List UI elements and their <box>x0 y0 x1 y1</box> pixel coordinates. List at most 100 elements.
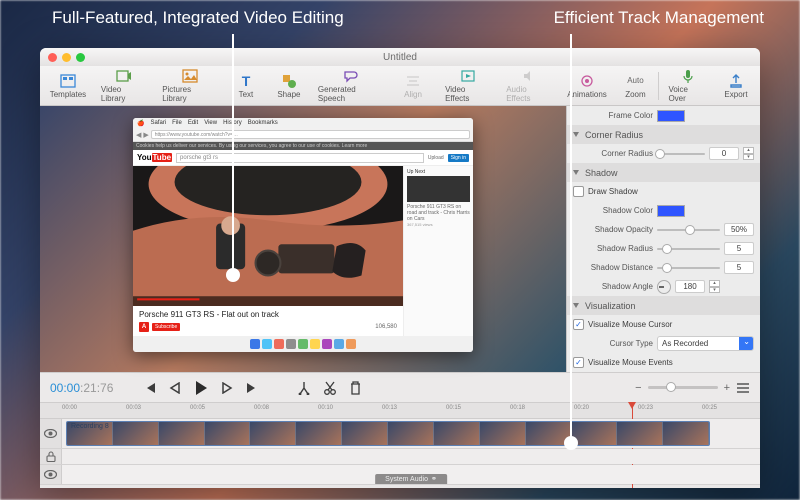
minimize-icon[interactable] <box>62 53 71 62</box>
track-lock-icon[interactable] <box>40 449 62 464</box>
shadow-angle-value[interactable]: 180 <box>675 280 705 293</box>
signin-button: Sign in <box>448 154 469 162</box>
section-shadow[interactable]: Shadow <box>567 163 760 182</box>
audio-track-label: System Audio⚭ <box>375 474 447 484</box>
lock-track <box>40 449 760 465</box>
go-to-end-button[interactable] <box>245 381 259 395</box>
transport-bar: 00:00:21:76 − + <box>40 372 760 402</box>
timecode: 00:00:21:76 <box>50 381 113 395</box>
shadow-distance-label: Shadow Distance <box>573 263 653 272</box>
cursor-type-select[interactable]: As Recorded <box>657 336 754 351</box>
toolbar: Templates Video Library Pictures Library… <box>40 66 760 106</box>
ruler-tick: 00:03 <box>126 405 141 411</box>
shadow-opacity-value[interactable]: 50% <box>724 223 754 236</box>
callout-pin-left <box>232 34 234 272</box>
video-clip[interactable]: Recording 8 <box>66 421 710 446</box>
visualize-cursor-label: Visualize Mouse Cursor <box>588 320 672 329</box>
callout-dot-left <box>226 268 240 282</box>
visualize-events-checkbox[interactable]: ✓ <box>573 357 584 368</box>
close-icon[interactable] <box>48 53 57 62</box>
audio-effects-button: Audio Effects <box>500 66 558 105</box>
corner-radius-value[interactable]: 0 <box>709 147 739 160</box>
corner-radius-slider[interactable] <box>657 153 705 155</box>
zoom-in-button[interactable]: + <box>724 382 730 394</box>
split-button[interactable] <box>297 381 311 395</box>
step-back-button[interactable] <box>169 382 181 394</box>
fullscreen-icon[interactable] <box>76 53 85 62</box>
link-icon: ⚭ <box>431 475 437 483</box>
templates-button[interactable]: Templates <box>44 71 92 101</box>
shadow-radius-label: Shadow Radius <box>573 244 653 253</box>
shadow-radius-value[interactable]: 5 <box>724 242 754 255</box>
corner-radius-label: Corner Radius <box>573 149 653 158</box>
frame-color-swatch[interactable] <box>657 110 685 122</box>
shadow-color-swatch[interactable] <box>657 205 685 217</box>
pictures-library-button[interactable]: Pictures Library <box>156 66 223 105</box>
cookie-notice: Cookies help us deliver our services. By… <box>133 142 473 150</box>
track-list-icon[interactable] <box>736 382 750 394</box>
align-button: Align <box>393 71 433 101</box>
app-window: Untitled Templates Video Library Picture… <box>40 48 760 488</box>
ruler-tick: 00:25 <box>702 405 717 411</box>
upload-label: Upload <box>428 155 444 161</box>
ruler-tick: 00:15 <box>446 405 461 411</box>
timeline: 00:0000:0300:0500:0800:1000:1300:1500:18… <box>40 402 760 488</box>
titlebar: Untitled <box>40 48 760 66</box>
visualize-events-label: Visualize Mouse Events <box>588 358 673 367</box>
ruler-tick: 00:00 <box>62 405 77 411</box>
subscribe-button: Subscribe <box>152 323 180 331</box>
canvas[interactable]: 🍎 SafariFileEditViewHistoryBookmarks ◀ ▶… <box>40 106 566 372</box>
cut-button[interactable] <box>323 381 337 395</box>
clip-label: Recording 8 <box>71 423 109 430</box>
video-effects-button[interactable]: Video Effects <box>439 66 497 105</box>
youtube-logo-icon: YouTube <box>137 153 172 162</box>
draw-shadow-checkbox[interactable] <box>573 186 584 197</box>
channel-badge-icon: A <box>139 322 149 332</box>
preview-browser-chrome: ◀ ▶ https://www.youtube.com/watch?v=… <box>133 128 473 142</box>
timeline-ruler[interactable]: 00:0000:0300:0500:0800:1000:1300:1500:18… <box>40 403 760 419</box>
shadow-distance-value[interactable]: 5 <box>724 261 754 274</box>
ruler-tick: 00:13 <box>382 405 397 411</box>
shadow-opacity-slider[interactable] <box>657 229 720 231</box>
shadow-radius-slider[interactable] <box>657 248 720 250</box>
upnext-label: Up Next <box>407 169 470 175</box>
callout-dot-right <box>564 436 578 450</box>
export-button[interactable]: Export <box>716 71 756 101</box>
shadow-angle-label: Shadow Angle <box>573 282 653 291</box>
audio-track: System Audio⚭ <box>40 465 760 485</box>
preview-video-title: Porsche 911 GT3 RS - Flat out on track <box>139 310 397 319</box>
shape-button[interactable]: Shape <box>269 71 309 101</box>
ruler-tick: 00:23 <box>638 405 653 411</box>
section-corner-radius[interactable]: Corner Radius <box>567 125 760 144</box>
go-to-start-button[interactable] <box>143 381 157 395</box>
track-visibility-icon[interactable] <box>40 419 62 448</box>
shadow-opacity-label: Shadow Opacity <box>573 225 653 234</box>
video-library-button[interactable]: Video Library <box>95 66 153 105</box>
section-visualization[interactable]: Visualization <box>567 296 760 315</box>
generated-speech-button[interactable]: Generated Speech <box>312 66 390 105</box>
recommendation-title: Porsche 911 GT3 RS on road and track - C… <box>407 204 470 222</box>
step-forward-button[interactable] <box>221 382 233 394</box>
callout-left: Full-Featured, Integrated Video Editing <box>52 8 344 28</box>
zoom-out-button[interactable]: − <box>635 382 641 394</box>
corner-radius-stepper[interactable]: ▴▾ <box>743 147 754 160</box>
callout-pin-right <box>570 34 572 440</box>
visualize-cursor-checkbox[interactable]: ✓ <box>573 319 584 330</box>
play-button[interactable] <box>193 380 209 396</box>
delete-button[interactable] <box>349 381 362 395</box>
callout-right: Efficient Track Management <box>554 8 764 28</box>
voice-over-button[interactable]: Voice Over <box>662 66 713 105</box>
zoom-slider[interactable] <box>648 386 718 389</box>
preview-menubar: 🍎 SafariFileEditViewHistoryBookmarks <box>133 118 473 128</box>
shadow-angle-dial[interactable] <box>657 280 671 294</box>
shadow-angle-stepper[interactable]: ▴▾ <box>709 280 720 293</box>
auto-zoom-button[interactable]: AutoZoom <box>615 71 655 101</box>
shadow-distance-slider[interactable] <box>657 267 720 269</box>
ruler-tick: 00:20 <box>574 405 589 411</box>
recommendation-meta: 367,515 views <box>407 222 470 227</box>
track-visibility-icon[interactable] <box>40 465 62 484</box>
preview-search: porsche gt3 rs <box>176 153 424 163</box>
preview-window: 🍎 SafariFileEditViewHistoryBookmarks ◀ ▶… <box>133 118 473 352</box>
ruler-tick: 00:08 <box>254 405 269 411</box>
draw-shadow-label: Draw Shadow <box>588 187 638 196</box>
